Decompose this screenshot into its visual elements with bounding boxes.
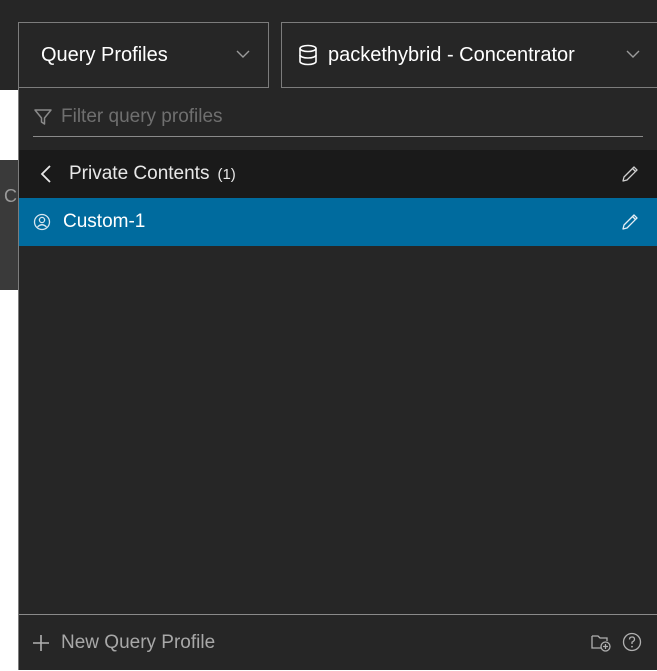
new-query-profile-link[interactable]: New Query Profile [61,632,215,654]
plus-icon[interactable] [31,633,51,653]
folder-row[interactable]: Private Contents (1) [19,150,657,198]
service-dropdown[interactable]: packethybrid - Concentrator [281,22,657,88]
add-folder-icon[interactable] [590,631,612,653]
filter-bar [33,98,643,137]
panel-footer: New Query Profile [19,614,657,671]
pencil-icon[interactable] [620,164,640,184]
help-icon[interactable] [622,632,642,652]
folder-name: Private Contents [69,163,210,184]
background-letter: C [4,186,17,206]
query-profiles-panel: Private Contents (1) Custom-1 New Query … [18,88,657,670]
pencil-icon[interactable] [620,212,640,232]
filter-icon [34,109,52,125]
profile-row[interactable]: Custom-1 [19,198,657,246]
service-dropdown-label: packethybrid - Concentrator [328,43,575,66]
query-profiles-dropdown[interactable]: Query Profiles [18,22,269,88]
chevron-down-icon [236,50,250,58]
folder-count: (1) [217,165,236,183]
database-icon [299,44,317,66]
user-icon [33,213,51,231]
chevron-left-icon[interactable] [35,163,57,185]
background-panel-strip [0,160,20,290]
chevron-down-icon [626,50,640,58]
filter-input[interactable] [53,105,623,129]
query-profiles-dropdown-label: Query Profiles [41,43,168,66]
profile-name: Custom-1 [63,211,146,232]
